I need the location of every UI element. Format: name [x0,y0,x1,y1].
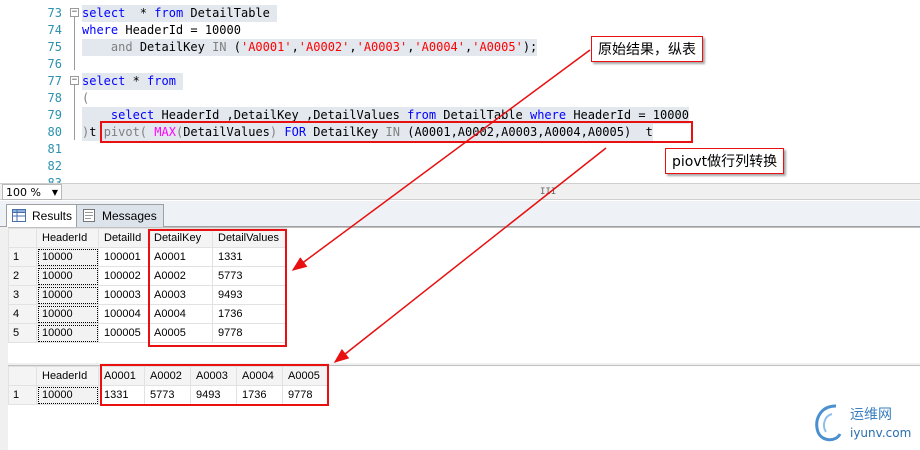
watermark-logo: 运维网 iyunv.com [810,400,914,448]
arrow-to-original-result [291,49,591,271]
arrow-to-pivot-result [333,147,607,363]
watermark-domain: iyunv.com [850,426,912,440]
watermark-swirl-icon [815,404,842,442]
annotation-arrows [291,49,607,363]
watermark-name: 运维网 [850,407,892,423]
